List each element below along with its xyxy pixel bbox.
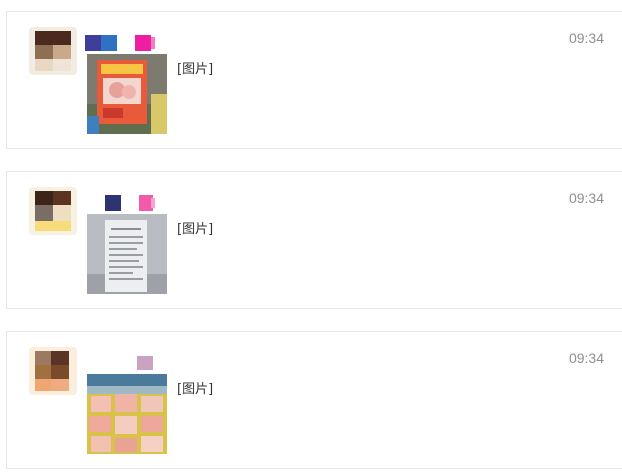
avatar-mosaic-icon	[29, 27, 77, 75]
sender-name-mosaic	[85, 35, 155, 51]
avatar-mosaic-icon	[29, 347, 77, 395]
message-timestamp: 09:34	[568, 30, 604, 46]
avatar[interactable]	[29, 27, 77, 75]
price-sign-photo-icon[interactable]	[87, 54, 167, 134]
message-content: [图片]	[177, 382, 214, 397]
avatar-mosaic-icon	[29, 187, 77, 235]
message-card[interactable]: 09:34 [图片]	[6, 171, 622, 309]
message-card[interactable]: 09:34 [图片]	[6, 11, 622, 149]
message-feed: 09:34 [图片] 09:34 [图片] 09:34 [图片]	[0, 0, 622, 473]
avatar[interactable]	[29, 347, 77, 395]
message-timestamp: 09:34	[568, 350, 604, 366]
sender-name-mosaic	[105, 195, 155, 211]
sender-name-mosaic	[137, 356, 153, 370]
message-content: [图片]	[177, 62, 214, 77]
message-content: [图片]	[177, 222, 214, 237]
message-timestamp: 09:34	[568, 190, 604, 206]
avatar[interactable]	[29, 187, 77, 235]
food-display-photo-icon[interactable]	[87, 374, 167, 454]
receipt-photo-icon[interactable]	[87, 214, 167, 294]
message-card[interactable]: 09:34 [图片]	[6, 331, 622, 469]
